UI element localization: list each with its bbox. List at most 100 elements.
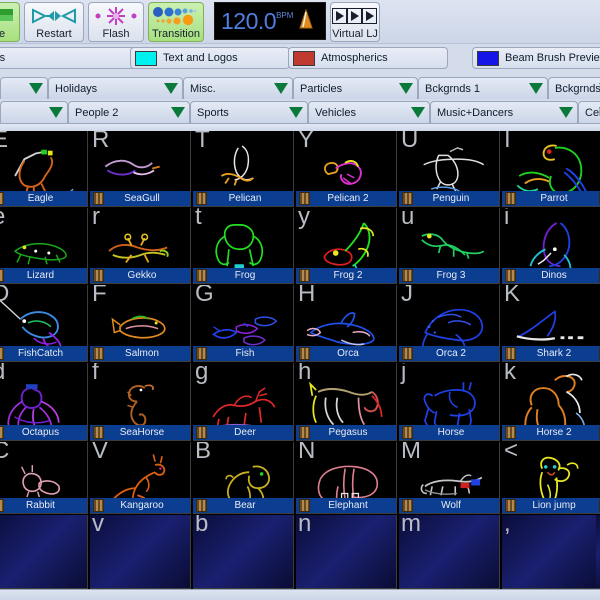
cue-cell-fish[interactable]: G Fish — [193, 285, 294, 362]
cue-cell-rabbit[interactable]: CRabbit — [0, 442, 88, 514]
cue-caption-bar[interactable]: Horse — [399, 425, 499, 440]
cue-caption-bar[interactable]: Parrot — [502, 191, 600, 206]
tab-holidays[interactable]: Holidays — [48, 77, 183, 99]
cue-cell-eagle[interactable]: EEagle — [0, 131, 88, 207]
film-reel-icon[interactable] — [299, 499, 310, 512]
film-reel-icon[interactable] — [196, 269, 207, 282]
film-reel-icon[interactable] — [505, 269, 516, 282]
cue-caption-bar[interactable]: Fish — [193, 346, 293, 361]
cue-caption-bar[interactable]: Bear — [193, 498, 293, 513]
cue-caption-bar[interactable]: Pelican — [193, 191, 293, 206]
virtual-lj-button[interactable]: Virtual LJ — [330, 2, 380, 42]
cue-cell-fishcatch[interactable]: DFishCatch — [0, 285, 88, 362]
film-reel-icon[interactable] — [402, 347, 413, 360]
color-swatch[interactable] — [293, 50, 315, 66]
film-reel-icon[interactable] — [0, 499, 4, 512]
cue-caption-bar[interactable]: Lizard — [0, 268, 87, 283]
cue-caption-bar[interactable]: Deer — [193, 425, 293, 440]
tab-bckgrnds-1[interactable]: Bckgrnds 1 — [418, 77, 548, 99]
cue-cell-empty[interactable] — [596, 131, 600, 207]
cue-caption-bar[interactable]: Gekko — [90, 268, 190, 283]
film-reel-icon[interactable] — [0, 269, 4, 282]
cue-cell-bear[interactable]: B Bear — [193, 442, 294, 514]
cue-cell-empty[interactable]: , — [502, 515, 600, 589]
cue-cell-pelican[interactable]: T Pelican — [193, 131, 294, 207]
chevron-down-icon[interactable] — [559, 107, 573, 118]
tab-people-2[interactable]: People 2 — [68, 101, 190, 123]
tab-sports[interactable]: Sports — [190, 101, 308, 123]
cue-caption-bar[interactable]: Octapus — [0, 425, 87, 440]
cue-cell-empty[interactable] — [596, 515, 600, 589]
cue-caption-bar[interactable] — [596, 498, 600, 513]
film-reel-icon[interactable] — [196, 426, 207, 439]
cue-cell-kangaroo[interactable]: V Kangaroo — [90, 442, 191, 514]
film-reel-icon[interactable] — [505, 426, 516, 439]
cue-cell-orca[interactable]: H Orca — [296, 285, 397, 362]
tab-vehicles[interactable]: Vehicles — [308, 101, 430, 123]
cue-caption-bar[interactable]: Horse 2 — [502, 425, 600, 440]
cue-caption-bar[interactable] — [596, 346, 600, 361]
chevron-down-icon[interactable] — [171, 107, 185, 118]
cue-caption-bar[interactable]: Frog 3 — [399, 268, 499, 283]
cue-cell-frog-2[interactable]: y Frog 2 — [296, 208, 397, 284]
cue-cell-frog-3[interactable]: u Frog 3 — [399, 208, 500, 284]
cue-cell-deer[interactable]: g Deer — [193, 363, 294, 441]
film-reel-icon[interactable] — [0, 426, 4, 439]
cue-cell-empty[interactable]: n — [296, 515, 397, 589]
cue-caption-bar[interactable]: FishCatch — [0, 346, 87, 361]
cue-cell-lizard[interactable]: eLizard — [0, 208, 88, 284]
cue-cell-lion-jump[interactable]: < Lion jump — [502, 442, 600, 514]
restart-button[interactable]: Restart — [24, 2, 84, 42]
film-reel-icon[interactable] — [93, 347, 104, 360]
scene-button[interactable]: e — [0, 2, 20, 42]
cue-cell-seahorse[interactable]: f SeaHorse — [90, 363, 191, 441]
film-reel-icon[interactable] — [402, 269, 413, 282]
chevron-down-icon[interactable] — [29, 83, 43, 94]
film-reel-icon[interactable] — [505, 347, 516, 360]
film-reel-icon[interactable] — [0, 347, 4, 360]
cue-cell-empty[interactable] — [0, 515, 88, 589]
cue-cell-shark-2[interactable]: K Shark 2 — [502, 285, 600, 362]
cue-cell-empty[interactable]: m — [399, 515, 500, 589]
cue-cell-wolf[interactable]: M Wolf — [399, 442, 500, 514]
cue-caption-bar[interactable]: SeaGull — [90, 191, 190, 206]
chevron-down-icon[interactable] — [529, 83, 543, 94]
film-reel-icon[interactable] — [93, 192, 104, 205]
cue-cell-empty[interactable] — [596, 442, 600, 514]
film-reel-icon[interactable] — [402, 426, 413, 439]
film-reel-icon[interactable] — [196, 192, 207, 205]
color-swatch[interactable] — [135, 50, 157, 66]
film-reel-icon[interactable] — [402, 499, 413, 512]
category-chip-beam-brush-preview[interactable]: Beam Brush Preview — [472, 47, 600, 69]
cue-cell-frog[interactable]: t Frog — [193, 208, 294, 284]
cue-cell-seagull[interactable]: R SeaGull — [90, 131, 191, 207]
bpm-display[interactable]: 120.0 BPM — [214, 2, 326, 40]
film-reel-icon[interactable] — [196, 499, 207, 512]
tab-music-dancers[interactable]: Music+Dancers — [430, 101, 578, 123]
cue-caption-bar[interactable]: Frog — [193, 268, 293, 283]
film-reel-icon[interactable] — [505, 499, 516, 512]
film-reel-icon[interactable] — [93, 269, 104, 282]
color-swatch[interactable] — [477, 50, 499, 66]
film-reel-icon[interactable] — [299, 192, 310, 205]
film-reel-icon[interactable] — [0, 192, 4, 205]
cue-cell-empty[interactable]: v — [90, 515, 191, 589]
cue-cell-elephant[interactable]: N Elephant — [296, 442, 397, 514]
category-chip-atmospherics[interactable]: Atmospherics — [288, 47, 448, 69]
cue-cell-horse-2[interactable]: k Horse 2 — [502, 363, 600, 441]
cue-cell-empty[interactable] — [596, 208, 600, 284]
film-reel-icon[interactable] — [299, 426, 310, 439]
tab-blank[interactable] — [0, 77, 48, 99]
cue-caption-bar[interactable]: Eagle — [0, 191, 87, 206]
tab-particles[interactable]: Particles — [293, 77, 418, 99]
cue-cell-empty[interactable] — [596, 363, 600, 441]
cue-caption-bar[interactable] — [596, 425, 600, 440]
cue-caption-bar[interactable]: Wolf — [399, 498, 499, 513]
cue-cell-gekko[interactable]: r Gekko — [90, 208, 191, 284]
cue-caption-bar[interactable]: Kangaroo — [90, 498, 190, 513]
category-chip-text-and-logos[interactable]: Text and Logos — [130, 47, 290, 69]
film-reel-icon[interactable] — [299, 347, 310, 360]
cue-cell-penguin[interactable]: U Penguin — [399, 131, 500, 207]
chevron-down-icon[interactable] — [399, 83, 413, 94]
cue-cell-pegasus[interactable]: h Pegasus — [296, 363, 397, 441]
